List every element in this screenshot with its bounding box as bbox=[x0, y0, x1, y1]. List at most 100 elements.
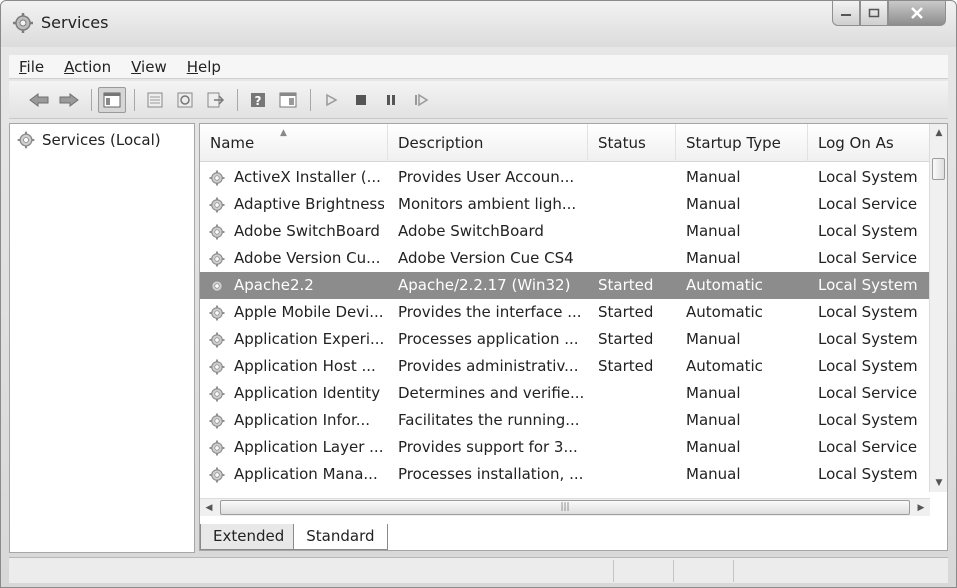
service-startup-cell: Manual bbox=[686, 438, 741, 456]
service-name-cell: Adobe Version Cu... bbox=[234, 249, 381, 267]
service-logon-cell: Local System bbox=[818, 330, 918, 348]
tree-item-services-local[interactable]: Services (Local) bbox=[16, 130, 161, 150]
service-logon-cell: Local System bbox=[818, 411, 918, 429]
service-gear-icon bbox=[208, 412, 226, 430]
service-gear-icon bbox=[208, 277, 226, 295]
back-button[interactable] bbox=[25, 87, 53, 113]
properties-button[interactable] bbox=[141, 87, 169, 113]
service-status-cell: Started bbox=[598, 276, 654, 294]
scroll-down-icon[interactable]: ▼ bbox=[930, 474, 947, 492]
menu-help[interactable]: Help bbox=[177, 58, 231, 76]
service-startup-cell: Manual bbox=[686, 168, 741, 186]
svg-text:?: ? bbox=[255, 94, 262, 108]
service-row[interactable]: Application Identity Determines and verif… bbox=[200, 380, 930, 407]
service-gear-icon bbox=[208, 169, 226, 187]
service-row[interactable]: Application Experi... Processes applicati… bbox=[200, 326, 930, 353]
column-header-label: Startup Type bbox=[686, 134, 781, 152]
title-bar[interactable]: Services bbox=[1, 1, 956, 47]
tab-standard[interactable]: Standard bbox=[293, 524, 388, 550]
service-status-cell: Started bbox=[598, 330, 654, 348]
column-header-label: Name bbox=[210, 134, 255, 152]
service-row[interactable]: Application Layer ... Provides support fo… bbox=[200, 434, 930, 461]
toolbar-separator bbox=[134, 88, 135, 111]
column-header-status[interactable]: Status bbox=[588, 124, 676, 162]
service-description-cell: Processes installation, ... bbox=[398, 465, 584, 483]
service-name-cell: Application Experi... bbox=[234, 330, 384, 348]
service-name-cell: Application Host ... bbox=[234, 357, 376, 375]
minimize-button[interactable] bbox=[832, 1, 860, 26]
column-header-label: Log On As bbox=[818, 134, 894, 152]
service-name-cell: Apache2.2 bbox=[234, 276, 314, 294]
show-action-pane-button[interactable] bbox=[274, 87, 302, 113]
service-startup-cell: Manual bbox=[686, 195, 741, 213]
horizontal-scroll-thumb[interactable]: ||| bbox=[220, 500, 910, 515]
service-status-cell bbox=[598, 245, 678, 272]
service-row[interactable]: Apache2.2 Apache/2.2.17 (Win32) Started Aut… bbox=[200, 272, 930, 299]
start-service-icon bbox=[326, 93, 338, 106]
maximize-button[interactable] bbox=[860, 1, 888, 26]
minimize-icon bbox=[841, 14, 851, 16]
service-gear-icon bbox=[208, 331, 226, 349]
horizontal-scrollbar[interactable]: ◀ ||| ▶ bbox=[200, 498, 930, 516]
service-gear-icon bbox=[208, 223, 226, 241]
tree-item-label: Services (Local) bbox=[42, 131, 161, 149]
service-logon-cell: Local System bbox=[818, 303, 918, 321]
stop-service-icon bbox=[356, 94, 366, 105]
close-button[interactable] bbox=[888, 1, 946, 26]
service-status-cell bbox=[598, 164, 678, 191]
menu-file[interactable]: File bbox=[9, 58, 54, 76]
column-header-name[interactable]: ▲ Name bbox=[200, 124, 388, 162]
column-header-startup-type[interactable]: Startup Type bbox=[676, 124, 808, 162]
menu-action[interactable]: Action bbox=[54, 58, 121, 76]
service-row[interactable]: Application Mana... Processes installatio… bbox=[200, 461, 930, 488]
show-hide-tree-button[interactable] bbox=[98, 86, 126, 113]
pause-service-button[interactable] bbox=[377, 87, 405, 113]
status-bar-divider bbox=[673, 560, 674, 582]
service-row[interactable]: Adobe Version Cu... Adobe Version Cue CS4… bbox=[200, 245, 930, 272]
vertical-scrollbar[interactable]: ▲ ▼ bbox=[929, 124, 947, 492]
sort-ascending-icon: ▲ bbox=[280, 128, 287, 138]
service-row[interactable]: Application Host ... Provides administrat… bbox=[200, 353, 930, 380]
restart-service-button[interactable] bbox=[407, 87, 435, 113]
service-row[interactable]: Application Infor... Facilitates the runn… bbox=[200, 407, 930, 434]
start-service-button[interactable] bbox=[317, 87, 345, 113]
forward-button[interactable] bbox=[55, 87, 83, 113]
scroll-right-icon[interactable]: ▶ bbox=[912, 499, 930, 517]
service-description-cell: Determines and verifie... bbox=[398, 384, 584, 402]
vertical-scroll-thumb[interactable] bbox=[932, 158, 945, 180]
forward-arrow-icon bbox=[59, 92, 79, 107]
service-gear-icon bbox=[208, 250, 226, 268]
status-bar bbox=[9, 557, 948, 583]
scroll-left-icon[interactable]: ◀ bbox=[200, 499, 218, 517]
service-description-cell: Adobe SwitchBoard bbox=[398, 222, 544, 240]
service-row[interactable]: Adaptive Brightness Monitors ambient ligh… bbox=[200, 191, 930, 218]
toolbar-separator bbox=[91, 88, 92, 111]
service-description-cell: Provides User Accoun... bbox=[398, 168, 575, 186]
export-list-button[interactable] bbox=[201, 87, 229, 113]
column-header-log-on-as[interactable]: Log On As bbox=[808, 124, 930, 162]
service-status-cell bbox=[598, 461, 678, 488]
scroll-up-icon[interactable]: ▲ bbox=[930, 124, 947, 142]
service-name-cell: Application Mana... bbox=[234, 465, 378, 483]
menu-view[interactable]: View bbox=[121, 58, 177, 76]
service-startup-cell: Manual bbox=[686, 384, 741, 402]
service-status-cell: Started bbox=[598, 303, 654, 321]
menu-bar: File Action View Help bbox=[9, 55, 948, 79]
service-row[interactable]: ActiveX Installer (... Provides User Acco… bbox=[200, 164, 930, 191]
window-title: Services bbox=[41, 13, 109, 32]
service-logon-cell: Local System bbox=[818, 168, 918, 186]
service-logon-cell: Local Service bbox=[818, 384, 918, 402]
tab-extended[interactable]: Extended bbox=[200, 524, 298, 550]
service-row[interactable]: Adobe SwitchBoard Adobe SwitchBoard Manual… bbox=[200, 218, 930, 245]
column-header-description[interactable]: Description bbox=[388, 124, 588, 162]
help-button[interactable]: ? bbox=[244, 87, 272, 113]
service-row[interactable]: Apple Mobile Devi... Provides the interfa… bbox=[200, 299, 930, 326]
service-gear-icon bbox=[208, 304, 226, 322]
help-icon: ? bbox=[251, 92, 265, 108]
service-description-cell: Monitors ambient ligh... bbox=[398, 195, 577, 213]
properties-icon bbox=[147, 92, 163, 107]
restart-service-icon bbox=[415, 93, 429, 106]
stop-service-button[interactable] bbox=[347, 87, 375, 113]
service-status-cell bbox=[598, 191, 678, 218]
refresh-button[interactable] bbox=[171, 87, 199, 113]
